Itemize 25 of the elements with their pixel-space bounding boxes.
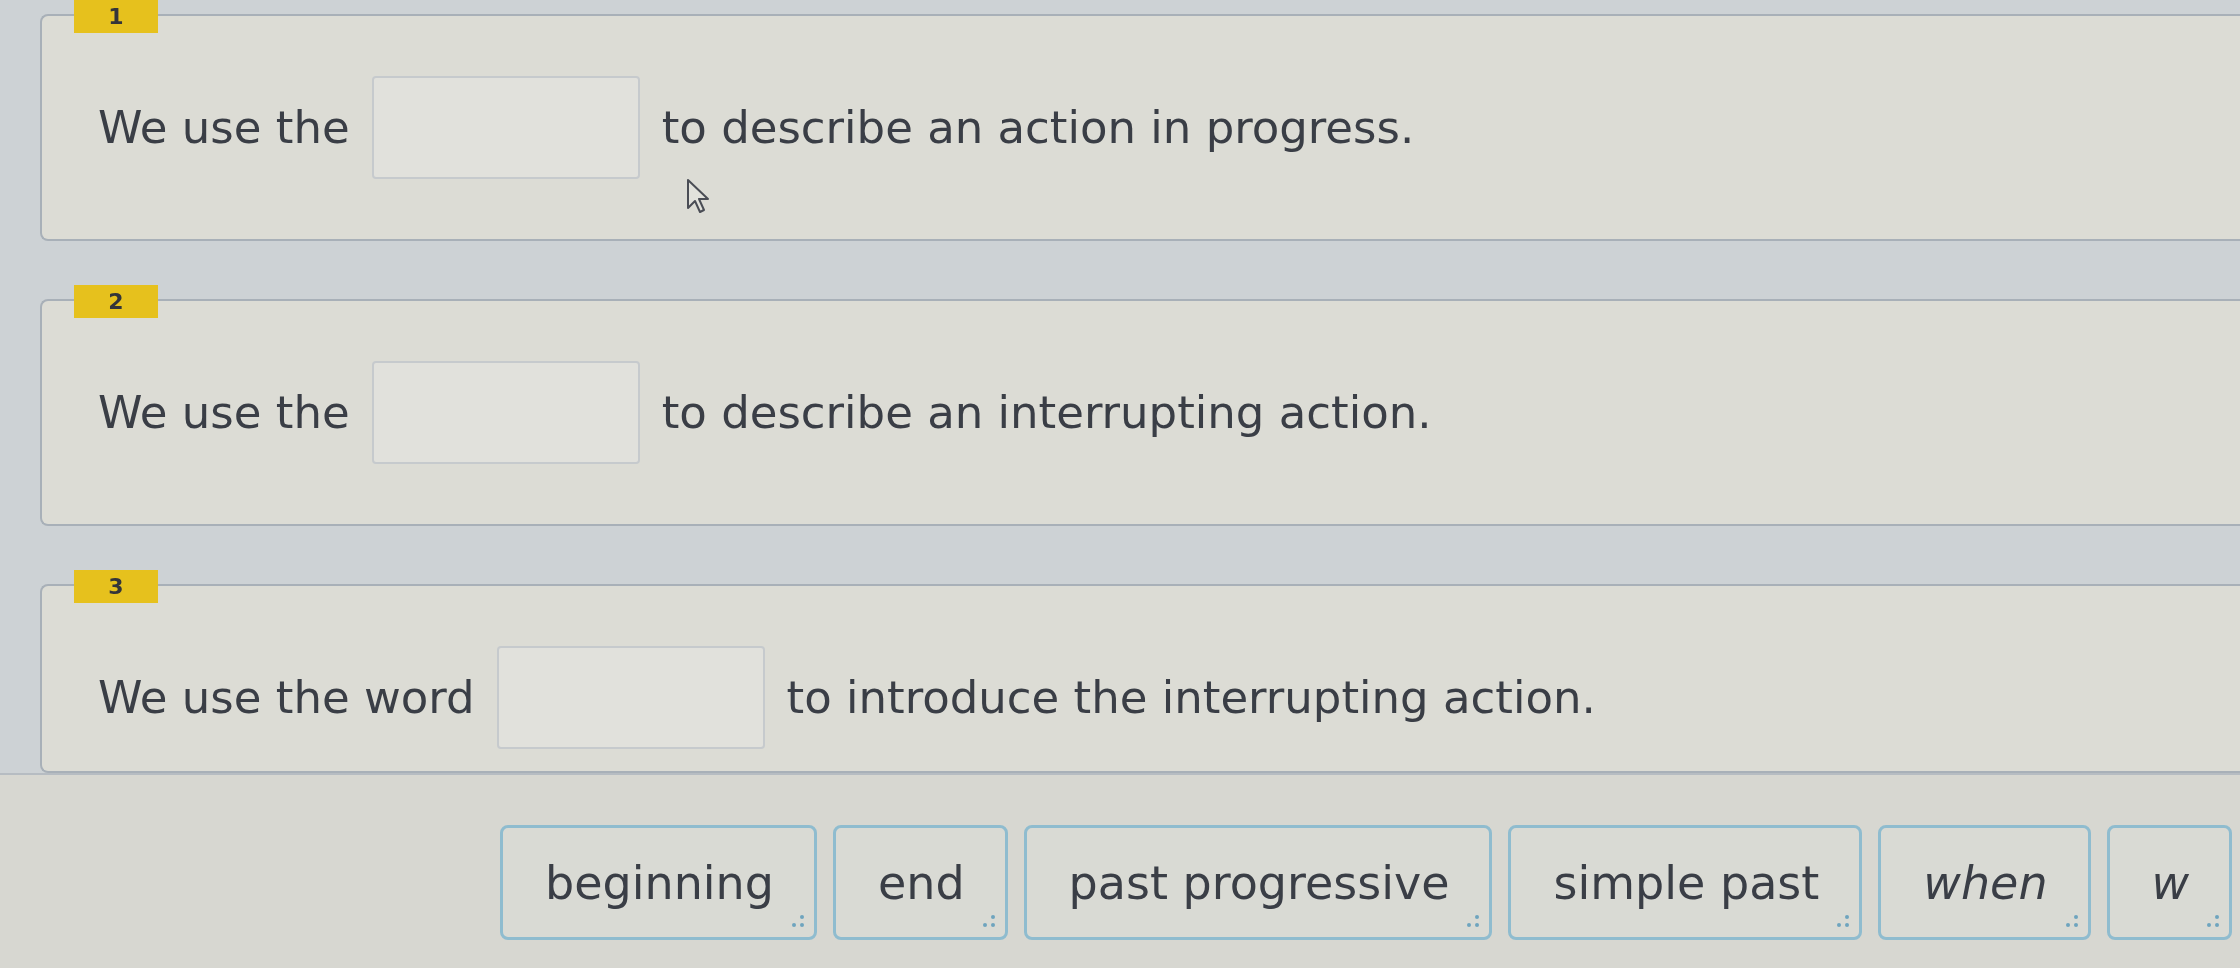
answer-box[interactable] [371,76,640,179]
word-chip[interactable]: end [832,825,1008,940]
answer-box[interactable] [371,361,640,464]
grip-dots-icon [2065,915,2078,927]
grip-dots-icon [1467,915,1480,927]
word-chip[interactable]: beginning [500,825,817,940]
prompt-text: to describe an action in progress. [661,101,1415,154]
word-chip[interactable]: w [2106,825,2233,940]
prompt-text: We use the [98,386,350,439]
word-chip[interactable]: past progressive [1023,825,1493,940]
prompt-text: to introduce the interrupting action. [786,671,1596,724]
question-number-badge: 3 [74,570,158,603]
prompt-text: We use the [98,101,350,154]
question-number-badge: 2 [74,285,158,318]
grip-dots-icon [791,915,804,927]
answer-box[interactable] [496,646,765,749]
grip-dots-icon [982,915,995,927]
word-chip[interactable]: simple past [1508,825,1863,940]
grip-dots-icon [1837,915,1850,927]
mouse-pointer-icon [686,178,710,214]
prompt-text: We use the word [98,671,475,724]
question-number-badge: 1 [74,0,158,33]
word-chip[interactable]: when [1878,825,2091,940]
grip-dots-icon [2207,915,2220,927]
prompt-text: to describe an interrupting action. [661,386,1432,439]
